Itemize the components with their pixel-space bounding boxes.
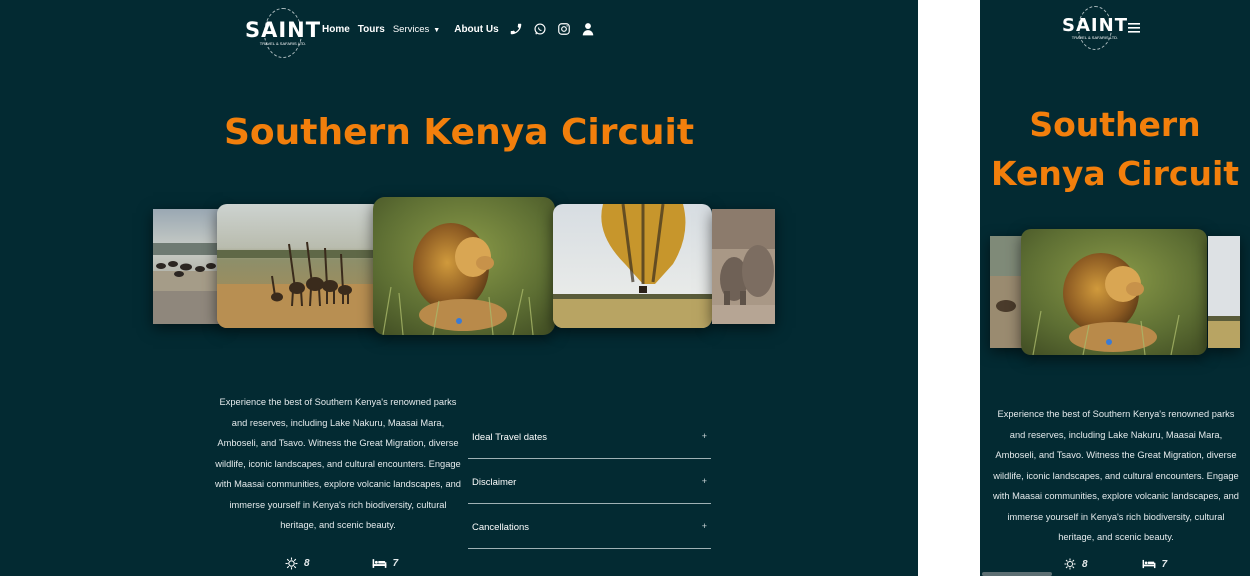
nights-stat: 7 [372,558,399,569]
nights-count: 7 [1161,558,1168,570]
expand-plus-icon: + [701,476,707,486]
days-stat: 8 [1064,558,1088,570]
user-icon[interactable] [581,22,595,36]
instagram-icon[interactable] [557,22,571,36]
tour-info-accordion: Ideal Travel dates + Disclaimer + Cancel… [468,414,711,549]
days-stat: 8 [285,557,310,570]
chevron-down-icon: ▼ [433,26,441,34]
elephants-photo[interactable] [712,209,775,324]
phone-icon[interactable] [509,22,523,36]
accordion-label: Ideal Travel dates [472,432,547,443]
nights-count: 7 [392,558,399,569]
mobile-view: SAINT TRAVEL & SAFARIS LTD. Southern Ken… [980,0,1250,576]
bed-icon [1142,559,1155,569]
expand-plus-icon: + [701,521,707,531]
accordion-label: Cancellations [472,522,530,533]
brand-logo[interactable]: SAINT TRAVEL & SAFARIS LTD. [244,8,322,58]
accordion-ideal-travel-dates[interactable]: Ideal Travel dates + [468,414,711,459]
nav-tours[interactable]: Tours [358,24,385,35]
days-count: 8 [1082,558,1088,570]
whatsapp-icon[interactable] [533,22,547,36]
bed-icon [372,559,386,568]
tour-description: Experience the best of Southern Kenya's … [993,409,1239,542]
brand-tagline: TRAVEL & SAFARIS LTD. [1071,35,1119,40]
tour-description: Experience the best of Southern Kenya's … [215,397,461,530]
wildebeest-migration-photo[interactable] [153,209,223,324]
hot-air-balloon-photo[interactable] [553,204,712,328]
accordion-label: Disclaimer [472,477,517,488]
trip-stats: 8 7 [1064,558,1167,570]
page-title: Southern Kenya Circuit [223,112,695,153]
brand-logo[interactable]: SAINT TRAVEL & SAFARIS LTD. [1062,6,1128,50]
nav-services-label: Services [392,23,430,35]
nav-services[interactable]: Services ▼ [393,24,440,35]
lion-photo[interactable] [1021,229,1207,355]
brand-name: SAINT [1062,15,1128,36]
lion-photo[interactable] [373,197,555,335]
nights-stat: 7 [1142,558,1168,570]
main-nav: Home Tours Services ▼ About Us [322,22,595,36]
brand-name: SAINT [244,18,322,42]
trip-stats: 8 7 [285,557,398,570]
sun-icon [285,557,298,570]
nav-about[interactable]: About Us [454,24,498,35]
expand-plus-icon: + [701,431,707,441]
horizontal-scrollbar[interactable] [982,572,1052,576]
balloon-photo[interactable] [1208,236,1240,348]
accordion-cancellations[interactable]: Cancellations + [468,504,711,549]
days-count: 8 [304,558,310,569]
migration-photo[interactable] [990,236,1024,348]
accordion-disclaimer[interactable]: Disclaimer + [468,459,711,504]
nav-home[interactable]: Home [322,24,350,35]
menu-hamburger-icon[interactable] [1128,20,1140,38]
page-title: Southern Kenya Circuit [990,105,1240,193]
giraffes-photo[interactable] [217,204,382,328]
sun-icon [1064,558,1076,570]
brand-tagline: TRAVEL & SAFARIS LTD. [259,41,307,46]
desktop-view: SAINT TRAVEL & SAFARIS LTD. Home Tours S… [0,0,918,576]
